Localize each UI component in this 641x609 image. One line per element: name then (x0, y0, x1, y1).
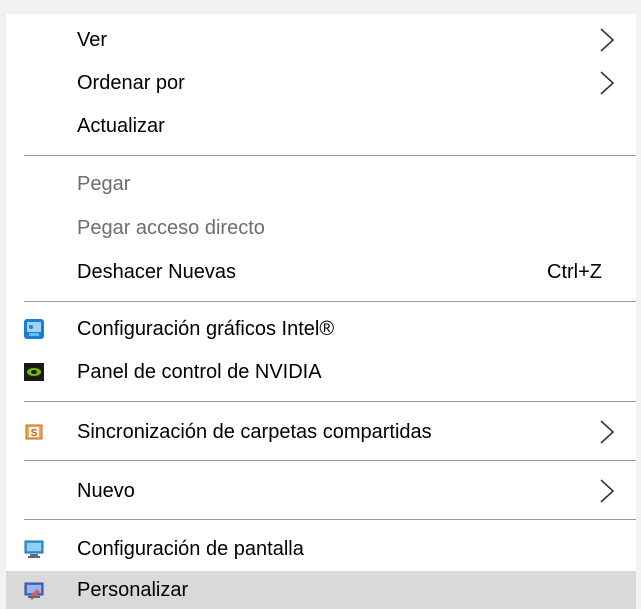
menu-item-label: Personalizar (77, 579, 189, 601)
chevron-right-icon (600, 28, 615, 52)
menu-item-deshacer-nuevas[interactable]: Deshacer Nuevas Ctrl+Z (6, 251, 636, 294)
menu-item-label: Configuración gráficos Intel® (77, 318, 335, 340)
menu-item-nuevo[interactable]: Nuevo (6, 470, 636, 513)
chevron-right-icon (600, 420, 615, 444)
menu-item-label: Actualizar (77, 115, 165, 137)
context-menu-panel: Ver Ordenar por Actualizar Pegar Pegar a… (6, 14, 636, 609)
menu-item-label: Ver (77, 29, 108, 51)
menu-item-personalizar[interactable]: Personalizar (6, 571, 636, 609)
svg-text:S: S (31, 428, 38, 439)
menu-separator (24, 155, 636, 156)
intel-graphics-icon (24, 319, 44, 339)
menu-item-label: Pegar acceso directo (77, 217, 265, 239)
menu-item-label: Sincronización de carpetas compartidas (77, 421, 432, 443)
menu-separator (24, 301, 636, 302)
menu-item-label: Deshacer Nuevas (77, 261, 236, 283)
menu-item-label: Configuración de pantalla (77, 538, 304, 560)
menu-item-pegar-acceso-directo: Pegar acceso directo (6, 207, 636, 250)
menu-item-ordenar-por[interactable]: Ordenar por (6, 62, 636, 105)
menu-item-label: Ordenar por (77, 72, 185, 94)
nvidia-icon (24, 363, 44, 381)
menu-item-intel-graphics[interactable]: Configuración gráficos Intel® (6, 308, 636, 351)
chevron-right-icon (600, 71, 615, 95)
menu-item-label: Pegar (77, 173, 131, 195)
context-menu: Ver Ordenar por Actualizar Pegar Pegar a… (0, 0, 641, 609)
menu-item-pegar: Pegar (6, 163, 636, 206)
menu-item-nvidia[interactable]: Panel de control de NVIDIA (6, 351, 636, 394)
menu-item-ver[interactable]: Ver (6, 19, 636, 62)
menu-separator (24, 460, 636, 461)
menu-item-label: Panel de control de NVIDIA (77, 361, 322, 383)
menu-item-configuracion-pantalla[interactable]: Configuración de pantalla (6, 528, 636, 571)
menu-item-label: Nuevo (77, 480, 135, 502)
sync-folders-icon: S (25, 424, 43, 440)
menu-separator (24, 401, 636, 402)
display-settings-icon (24, 540, 44, 558)
menu-separator (24, 519, 636, 520)
menu-item-actualizar[interactable]: Actualizar (6, 105, 636, 148)
chevron-right-icon (600, 479, 615, 503)
menu-item-sincronizacion[interactable]: S Sincronización de carpetas compartidas (6, 411, 636, 454)
personalize-icon (24, 582, 44, 600)
shortcut-label: Ctrl+Z (547, 261, 602, 283)
